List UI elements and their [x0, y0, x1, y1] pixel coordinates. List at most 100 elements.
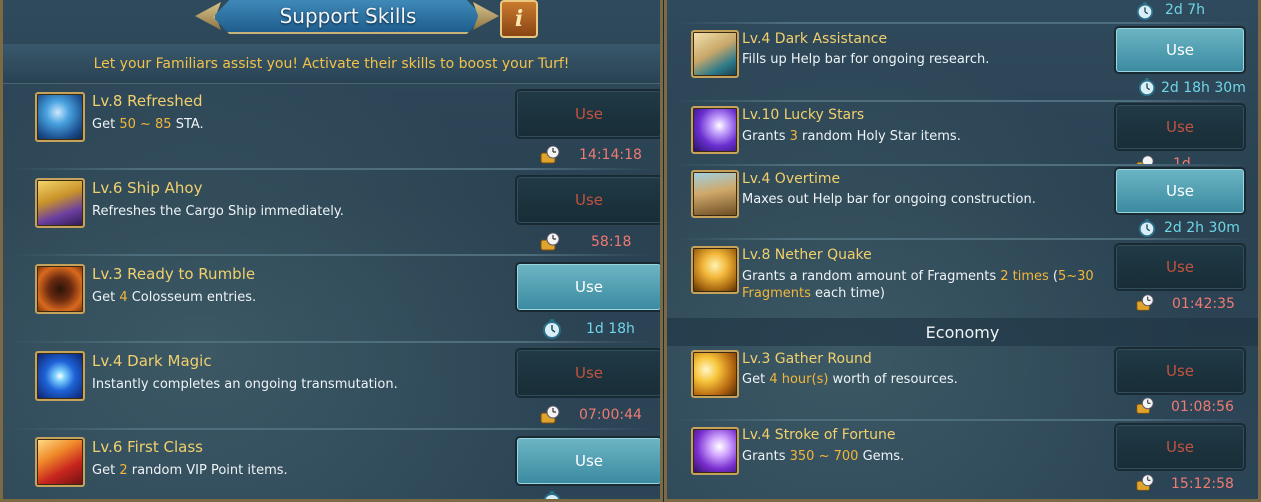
skill-description: Maxes out Help bar for ongoing construct…	[742, 192, 1036, 207]
skill-row-nether-quake: Lv.8 Nether Quake Grants a random amount…	[667, 240, 1258, 320]
row-divider	[11, 168, 652, 170]
skill-name: Lv.8 Nether Quake	[742, 247, 872, 263]
use-button-label: Use	[1165, 438, 1195, 456]
skill-name: Lv.6 Ship Ahoy	[92, 179, 203, 197]
cooldown-timer: 07:00:44	[579, 407, 642, 423]
skill-name: Lv.8 Refreshed	[92, 92, 203, 110]
use-button-label: Use	[574, 364, 604, 382]
use-button[interactable]: Use	[515, 436, 660, 486]
lucky-stars-icon	[691, 106, 739, 154]
skill-row-first-class: Lv.6 First Class Get 2 random VIP Point …	[3, 432, 660, 499]
cooldown-timer: 01:08:56	[1171, 399, 1234, 415]
section-title: Economy	[925, 322, 1000, 342]
skill-name: Lv.3 Gather Round	[742, 351, 872, 367]
use-button-label: Use	[1165, 118, 1195, 136]
dark-assistance-icon	[691, 30, 739, 78]
info-icon: i	[514, 6, 524, 32]
skill-row-refreshed: Lv.8 Refreshed Get 50 ~ 85 STA. Use 14:1…	[3, 86, 660, 172]
use-button-label: Use	[574, 278, 604, 296]
skill-name: Lv.4 Dark Magic	[92, 352, 212, 370]
use-button[interactable]: Use	[515, 89, 660, 139]
skill-description: Get 4 Colosseum entries.	[92, 290, 257, 305]
use-button[interactable]: Use	[1114, 423, 1246, 471]
cooldown-clock-icon	[1136, 294, 1154, 311]
stroke-of-fortune-icon	[691, 427, 739, 475]
skill-row-gather-round: Lv.3 Gather Round Get 4 hour(s) worth of…	[667, 346, 1258, 422]
refreshed-icon	[35, 92, 85, 142]
skill-description: Get 4 hour(s) worth of resources.	[742, 372, 958, 387]
skill-row-ship-ahoy: Lv.6 Ship Ahoy Refreshes the Cargo Ship …	[3, 172, 660, 258]
skill-name: Lv.4 Overtime	[742, 171, 841, 187]
duration-timer: 2d 2h 30m	[1164, 220, 1240, 236]
skill-row-ready-to-rumble: Lv.3 Ready to Rumble Get 4 Colosseum ent…	[3, 258, 660, 344]
cooldown-clock-icon	[540, 405, 560, 424]
cooldown-clock-icon	[540, 232, 560, 251]
skill-description: Fills up Help bar for ongoing research.	[742, 52, 990, 67]
cooldown-timer: 15:12:58	[1171, 476, 1234, 492]
skill-row-overtime: Lv.4 Overtime Maxes out Help bar for ong…	[667, 164, 1258, 240]
row-divider	[11, 428, 652, 430]
skill-description: Grants 3 random Holy Star items.	[742, 129, 961, 144]
row-divider	[11, 341, 652, 343]
subtitle-banner: Let your Familiars assist you! Activate …	[3, 44, 660, 84]
section-header-economy: Economy	[667, 318, 1258, 346]
ship-ahoy-icon	[35, 178, 85, 228]
skill-row-dark-assistance: Lv.4 Dark Assistance Fills up Help bar f…	[667, 24, 1258, 102]
use-button-label: Use	[1165, 41, 1195, 59]
use-button[interactable]: Use	[1114, 243, 1246, 291]
skill-row-stroke-of-fortune: Lv.4 Stroke of Fortune Grants 350 ~ 700 …	[667, 422, 1258, 499]
page-title: Support Skills	[279, 4, 417, 28]
skill-name: Lv.3 Ready to Rumble	[92, 265, 256, 283]
skill-name: Lv.4 Dark Assistance	[742, 31, 888, 47]
cooldown-clock-icon	[1136, 474, 1154, 491]
use-button-label: Use	[574, 452, 604, 470]
skill-description: Refreshes the Cargo Ship immediately.	[92, 204, 344, 219]
skill-description: Get 2 random VIP Point items.	[92, 463, 288, 478]
use-button-label: Use	[1165, 258, 1195, 276]
support-skills-panel-right: 2d 7h Lv.4 Dark Assistance Fills up Help…	[664, 0, 1261, 502]
cooldown-timer: 01:42:35	[1172, 296, 1235, 312]
use-button[interactable]: Use	[515, 348, 660, 398]
skill-row-clipped: 2d 7h	[667, 0, 1258, 24]
cooldown-timer: 58:18	[591, 234, 632, 250]
duration-timer: 2d 18h 30m	[1161, 80, 1246, 96]
row-divider	[675, 164, 1250, 166]
row-divider	[675, 419, 1250, 421]
use-button[interactable]: Use	[1114, 26, 1246, 74]
title-plate: Support Skills	[213, 0, 483, 34]
duration-stopwatch-icon	[1138, 218, 1156, 238]
cooldown-clock-icon	[1136, 155, 1154, 164]
use-button[interactable]: Use	[515, 175, 660, 225]
row-divider	[11, 254, 652, 256]
nether-quake-icon	[691, 246, 739, 294]
use-button-label: Use	[574, 191, 604, 209]
dark-magic-icon	[35, 351, 85, 401]
skill-description: Get 50 ~ 85 STA.	[92, 117, 204, 132]
first-class-icon	[35, 437, 85, 487]
use-button[interactable]: Use	[1114, 167, 1246, 215]
gather-round-icon	[691, 350, 739, 398]
cooldown-clock-icon	[540, 145, 560, 164]
skill-description: Grants a random amount of Fragments 2 ti…	[742, 269, 1094, 301]
use-button[interactable]: Use	[1114, 347, 1246, 395]
skill-description: Grants 350 ~ 700 Gems.	[742, 449, 905, 464]
cooldown-timer: 14:14:18	[579, 147, 642, 163]
skill-name: Lv.6 First Class	[92, 438, 203, 456]
skill-name: Lv.10 Lucky Stars	[742, 107, 865, 123]
skill-row-lucky-stars: Lv.10 Lucky Stars Grants 3 random Holy S…	[667, 102, 1258, 164]
use-button-label: Use	[1165, 362, 1195, 380]
skill-description: Instantly completes an ongoing transmuta…	[92, 377, 398, 392]
cooldown-clock-icon	[1136, 397, 1154, 414]
duration-stopwatch-icon	[1136, 1, 1154, 21]
use-button-label: Use	[574, 105, 604, 123]
duration-stopwatch-icon	[543, 319, 561, 339]
cooldown-timer: 1d	[1173, 156, 1191, 164]
use-button[interactable]: Use	[515, 262, 660, 312]
overtime-icon	[691, 170, 739, 218]
info-button[interactable]: i	[500, 0, 538, 38]
duration-stopwatch-icon	[1138, 77, 1156, 97]
subtitle-text: Let your Familiars assist you! Activate …	[93, 55, 570, 72]
use-button-label: Use	[1165, 182, 1195, 200]
use-button[interactable]: Use	[1114, 103, 1246, 151]
duration-timer: 1d 18h	[586, 321, 635, 337]
